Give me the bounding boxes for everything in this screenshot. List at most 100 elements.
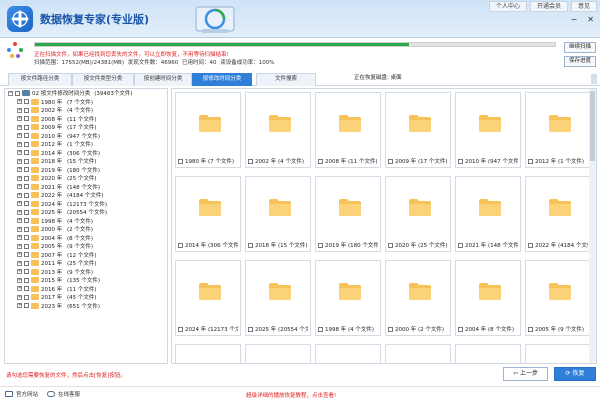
expand-icon[interactable]: + <box>17 303 22 309</box>
card-checkbox[interactable] <box>248 242 253 248</box>
tree-checkbox[interactable] <box>24 235 29 241</box>
tree-item[interactable]: +2011 年 (25 个文件) <box>5 259 167 268</box>
folder-card[interactable]: 2014 年 (306 个文件) <box>175 176 241 252</box>
folder-card[interactable]: 2020 年 (25 个文件) <box>385 176 451 252</box>
recover-button[interactable]: ⟳ 恢复 <box>554 367 596 381</box>
tree-checkbox[interactable] <box>24 150 29 156</box>
official-website-link[interactable]: 官方网站 <box>5 390 38 398</box>
card-checkbox[interactable] <box>178 326 183 332</box>
folder-card[interactable] <box>245 344 311 363</box>
tree-root[interactable]: − 02 按文件修改时间分类 (39483个文件) <box>5 89 167 98</box>
tab-by-modified[interactable]: 按修改时间分类 <box>192 73 252 86</box>
tree-checkbox[interactable] <box>24 99 29 105</box>
expand-icon[interactable]: + <box>17 252 22 258</box>
expand-icon[interactable]: + <box>17 277 22 283</box>
continue-scan-button[interactable]: 继续扫描 <box>564 42 596 53</box>
tree-checkbox[interactable] <box>24 158 29 164</box>
tree-checkbox[interactable] <box>24 209 29 215</box>
folder-card[interactable]: 2021 年 (148 个文件) <box>455 176 521 252</box>
tree-checkbox[interactable] <box>24 260 29 266</box>
tree-checkbox[interactable] <box>24 133 29 139</box>
tab-by-created[interactable]: 按创建时间分类 <box>134 73 192 86</box>
folder-card[interactable]: 2010 年 (947 个文件) <box>455 92 521 168</box>
folder-card[interactable]: 1998 年 (4 个文件) <box>315 260 381 336</box>
tree-item[interactable]: +2021 年 (148 个文件) <box>5 183 167 192</box>
folder-card[interactable]: 2022 年 (4184 个文件) <box>525 176 591 252</box>
tab-file-search[interactable]: 文件搜索 <box>256 73 316 86</box>
save-progress-button[interactable]: 保存进度 <box>564 56 596 67</box>
card-checkbox[interactable] <box>528 158 533 164</box>
folder-card[interactable] <box>385 344 451 363</box>
folder-card[interactable]: 2019 年 (180 个文件) <box>315 176 381 252</box>
tree-checkbox[interactable] <box>24 175 29 181</box>
tree-item[interactable]: +2020 年 (25 个文件) <box>5 174 167 183</box>
tree-checkbox[interactable] <box>24 184 29 190</box>
tree-checkbox[interactable] <box>24 107 29 113</box>
card-checkbox[interactable] <box>318 158 323 164</box>
tree-item[interactable]: +2000 年 (2 个文件) <box>5 225 167 234</box>
tree-checkbox[interactable] <box>15 90 20 96</box>
tabs-scroll-button[interactable] <box>591 74 597 84</box>
folder-card[interactable]: 2024 年 (12173 个文件) <box>175 260 241 336</box>
tree-item[interactable]: +2017 年 (45 个文件) <box>5 293 167 302</box>
tab-by-path[interactable]: 按文件路径分类 <box>8 73 72 86</box>
card-checkbox[interactable] <box>528 242 533 248</box>
tree-item[interactable]: +2010 年 (947 个文件) <box>5 132 167 141</box>
folder-card[interactable]: 2000 年 (2 个文件) <box>385 260 451 336</box>
tree-item[interactable]: +2013 年 (9 个文件) <box>5 268 167 277</box>
tree-item[interactable]: +2002 年 (4 个文件) <box>5 106 167 115</box>
expand-icon[interactable]: + <box>17 226 22 232</box>
folder-card[interactable] <box>525 344 591 363</box>
tree-item[interactable]: +2007 年 (12 个文件) <box>5 251 167 260</box>
grid-scrollbar[interactable] <box>589 89 596 363</box>
tree-item[interactable]: +2009 年 (17 个文件) <box>5 123 167 132</box>
card-checkbox[interactable] <box>248 158 253 164</box>
tree-item[interactable]: +2012 年 (1 个文件) <box>5 140 167 149</box>
expand-icon[interactable]: + <box>17 184 22 190</box>
expand-icon[interactable]: + <box>17 133 22 139</box>
tree-checkbox[interactable] <box>24 116 29 122</box>
tab-by-type[interactable]: 按文件类型分类 <box>72 73 134 86</box>
tree-item[interactable]: +2022 年 (4184 个文件) <box>5 191 167 200</box>
tree-item[interactable]: +2023 年 (651 个文件) <box>5 302 167 311</box>
expand-icon[interactable]: + <box>17 218 22 224</box>
expand-icon[interactable]: + <box>17 107 22 113</box>
tree-checkbox[interactable] <box>24 286 29 292</box>
expand-icon[interactable]: + <box>17 260 22 266</box>
tree-checkbox[interactable] <box>24 201 29 207</box>
tree-checkbox[interactable] <box>24 141 29 147</box>
expand-icon[interactable]: + <box>17 209 22 215</box>
expand-icon[interactable]: + <box>17 116 22 122</box>
tree-checkbox[interactable] <box>24 192 29 198</box>
folder-card[interactable]: 1980 年 (7 个文件) <box>175 92 241 168</box>
tree-checkbox[interactable] <box>24 269 29 275</box>
card-checkbox[interactable] <box>388 158 393 164</box>
expand-icon[interactable]: + <box>17 167 22 173</box>
expand-icon[interactable]: + <box>17 201 22 207</box>
tree-checkbox[interactable] <box>24 124 29 130</box>
card-checkbox[interactable] <box>178 242 183 248</box>
tutorial-link[interactable]: 超级详细的播放恢复教程，点击查看! <box>246 391 336 399</box>
online-service-link[interactable]: 在线客服 <box>47 390 80 398</box>
expand-icon[interactable]: + <box>17 294 22 300</box>
tree-checkbox[interactable] <box>24 294 29 300</box>
expand-icon[interactable]: + <box>17 269 22 275</box>
folder-card[interactable] <box>315 344 381 363</box>
tree-item[interactable]: +2025 年 (20554 个文件) <box>5 208 167 217</box>
tree-checkbox[interactable] <box>24 277 29 283</box>
folder-tree[interactable]: − 02 按文件修改时间分类 (39483个文件) +1980 年 (7 个文件)… <box>4 88 168 364</box>
expand-icon[interactable]: + <box>17 192 22 198</box>
previous-step-button[interactable]: ⇦ 上一步 <box>503 367 548 381</box>
tree-item[interactable]: +2019 年 (180 个文件) <box>5 166 167 175</box>
tree-item[interactable]: +2014 年 (306 个文件) <box>5 149 167 158</box>
expand-icon[interactable]: + <box>17 175 22 181</box>
card-checkbox[interactable] <box>318 326 323 332</box>
card-checkbox[interactable] <box>318 242 323 248</box>
expand-icon[interactable]: + <box>17 99 22 105</box>
card-checkbox[interactable] <box>248 326 253 332</box>
expand-icon[interactable]: + <box>17 235 22 241</box>
user-center-link[interactable]: 个人中心 <box>488 1 527 12</box>
folder-card[interactable]: 2012 年 (1 个文件) <box>525 92 591 168</box>
grid-scroll-thumb[interactable] <box>590 91 595 161</box>
folder-card[interactable] <box>455 344 521 363</box>
